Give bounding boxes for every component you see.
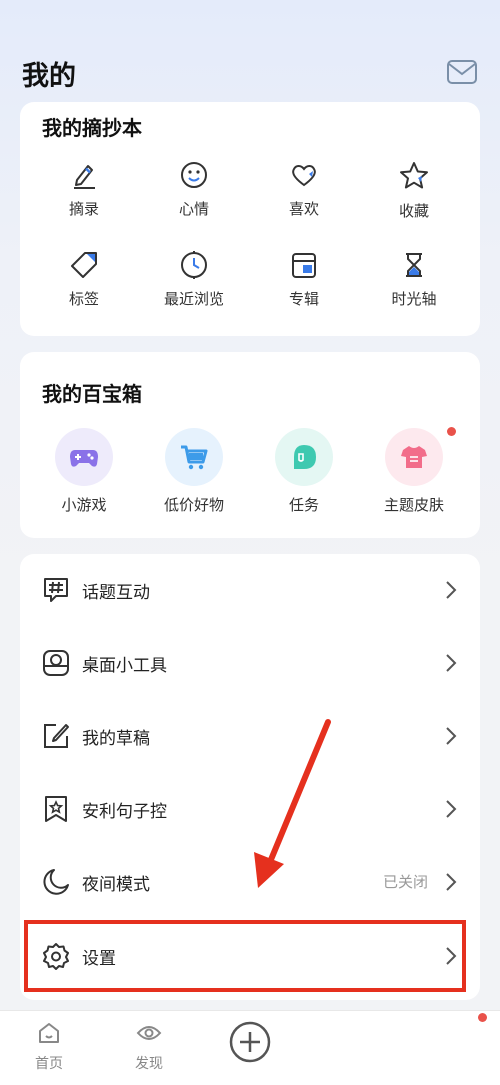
menu-row-label: 桌面小工具	[82, 656, 167, 676]
night-mode-status: 已关闭	[382, 873, 428, 891]
hourglass-icon	[406, 253, 422, 277]
moon-icon	[43, 869, 69, 895]
widget-icon	[43, 650, 69, 676]
chevron-right-icon	[446, 727, 457, 745]
grid-item-label: 专辑	[288, 290, 319, 308]
page-title: 我的	[22, 61, 76, 92]
chevron-right-icon	[446, 654, 457, 672]
bookmark-star-icon	[45, 796, 67, 822]
grid-item-album[interactable]: 专辑	[249, 250, 359, 309]
hashtag-icon	[44, 578, 68, 602]
grid-item-mood[interactable]: 心情	[139, 160, 249, 219]
grid-item-label: 摘录	[68, 200, 99, 218]
toolbox-item-cheap-goods[interactable]: 低价好物	[139, 428, 249, 515]
menu-row-my-drafts[interactable]: 我的草稿	[20, 700, 480, 772]
grid-item-collect[interactable]: 收藏	[359, 160, 469, 221]
toolbox-item-label: 任务	[288, 496, 319, 514]
menu-row-label: 安利句子控	[82, 802, 167, 822]
heart-icon	[292, 165, 316, 187]
toolbox-card: 我的百宝箱 小游戏 低价好物 任务 主题皮肤	[20, 352, 480, 538]
bottom-tab-bar: 首页 发现	[0, 1010, 500, 1085]
tab-discover[interactable]: 发现	[114, 1021, 184, 1073]
grid-item-excerpt[interactable]: 摘录	[29, 160, 139, 219]
menu-row-label: 话题互动	[82, 583, 150, 603]
notebook-title: 我的摘抄本	[42, 116, 142, 140]
notification-dot	[478, 1013, 487, 1022]
clock-icon	[181, 251, 207, 279]
star-icon	[400, 162, 428, 189]
menu-row-topic-interaction[interactable]: 话题互动	[20, 554, 480, 626]
header: 我的	[0, 0, 500, 100]
tshirt-icon	[401, 446, 427, 468]
notification-dot	[447, 427, 456, 436]
tab-label: 首页	[35, 1056, 63, 1072]
grid-item-label: 时光轴	[391, 290, 437, 308]
chevron-right-icon	[446, 873, 457, 891]
settings-highlight-box	[24, 920, 466, 992]
menu-row-label: 我的草稿	[82, 729, 150, 749]
tag-icon	[71, 252, 97, 278]
album-icon	[292, 253, 316, 278]
smiley-icon	[181, 162, 207, 188]
add-post-button[interactable]	[229, 1021, 271, 1063]
task-icon	[294, 445, 316, 469]
menu-row-recommend[interactable]: 安利句子控	[20, 773, 480, 845]
toolbox-item-task[interactable]: 任务	[249, 428, 359, 515]
eye-icon	[136, 1026, 162, 1040]
toolbox-item-mini-game[interactable]: 小游戏	[29, 428, 139, 515]
grid-item-like[interactable]: 喜欢	[249, 160, 359, 219]
chevron-right-icon	[446, 581, 457, 599]
gamepad-icon	[70, 450, 98, 467]
grid-item-label: 喜欢	[288, 200, 319, 218]
menu-row-night-mode[interactable]: 夜间模式 已关闭	[20, 846, 480, 918]
toolbox-item-label: 低价好物	[163, 496, 224, 514]
draft-icon	[44, 724, 69, 748]
grid-item-recent[interactable]: 最近浏览	[139, 250, 249, 309]
menu-row-desktop-widget[interactable]: 桌面小工具	[20, 627, 480, 699]
home-icon	[39, 1023, 59, 1043]
grid-item-tag[interactable]: 标签	[29, 250, 139, 309]
pencil-icon	[74, 165, 95, 189]
grid-item-label: 标签	[68, 290, 99, 308]
grid-item-label: 心情	[178, 200, 209, 218]
grid-item-label: 收藏	[398, 202, 429, 220]
tab-home[interactable]: 首页	[14, 1021, 84, 1073]
grid-item-label: 最近浏览	[163, 290, 224, 308]
toolbox-item-label: 小游戏	[61, 496, 107, 514]
menu-row-label: 夜间模式	[82, 875, 150, 895]
grid-item-timeline[interactable]: 时光轴	[359, 250, 469, 309]
tab-label: 发现	[135, 1056, 163, 1072]
notebook-card: 我的摘抄本 摘录 心情 喜欢 收藏 标签 最近浏览 专辑 时光轴	[20, 102, 480, 336]
cart-icon	[181, 445, 208, 470]
toolbox-title: 我的百宝箱	[42, 382, 142, 406]
chevron-right-icon	[446, 800, 457, 818]
toolbox-item-theme-skin[interactable]: 主题皮肤	[359, 428, 469, 515]
mail-icon[interactable]	[446, 58, 478, 86]
toolbox-item-label: 主题皮肤	[383, 496, 444, 514]
